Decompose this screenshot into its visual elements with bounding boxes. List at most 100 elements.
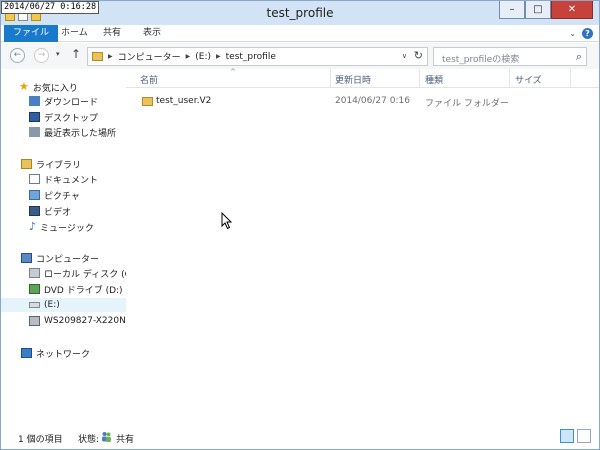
sidebar-network[interactable]: ネットワーク	[21, 346, 126, 360]
view-switcher	[560, 429, 591, 443]
tab-share[interactable]: 共有	[95, 25, 129, 42]
sidebar-computer[interactable]: コンピューター	[21, 251, 126, 265]
column-modified[interactable]: 更新日時	[335, 73, 371, 86]
sidebar-item-desktop[interactable]: デスクトップ	[29, 110, 126, 124]
sidebar-item-documents[interactable]: ドキュメント	[29, 172, 126, 186]
breadcrumb-drive-e[interactable]: (E:)	[195, 52, 211, 62]
sidebar-item-label: (E:)	[44, 300, 60, 310]
help-icon[interactable]: ?	[582, 28, 593, 39]
address-bar[interactable]: ▶ コンピューター ▶ (E:) ▶ test_profile ∨ ↻	[87, 47, 428, 66]
breadcrumb-separator-icon[interactable]: ▶	[216, 53, 221, 60]
column-type[interactable]: 種類	[425, 73, 443, 86]
breadcrumb-separator-icon[interactable]: ▶	[108, 53, 113, 60]
tab-home[interactable]: ホーム	[53, 25, 96, 42]
sidebar-item-label: ピクチャ	[44, 191, 80, 202]
column-name[interactable]: 名前	[140, 73, 158, 86]
search-input[interactable]: test_profileの検索 ⌕	[433, 47, 587, 66]
item-count: 1 個の項目	[18, 435, 63, 445]
vertical-scrollbar[interactable]	[585, 69, 599, 425]
status-state-label: 状態:	[78, 435, 100, 445]
breadcrumb-separator-icon[interactable]: ▶	[186, 53, 191, 60]
sidebar-item-label: ネットワーク	[36, 349, 91, 360]
tab-file[interactable]: ファイル	[4, 25, 59, 42]
title-bar: 2014/06/27 0:16:28 test_profile – □ ✕	[1, 1, 599, 25]
sidebar-item-label: デスクトップ	[44, 113, 99, 124]
document-icon	[29, 174, 40, 184]
sidebar-item-label: WS209827-X220N	[44, 316, 126, 326]
desktop-icon	[29, 112, 40, 122]
column-divider[interactable]	[330, 69, 331, 88]
address-dropdown-icon[interactable]: ∨	[402, 52, 407, 60]
sidebar-item-label: お気に入り	[32, 83, 78, 94]
tab-view[interactable]: 表示	[135, 25, 169, 42]
sidebar-item-drive-c[interactable]: ローカル ディスク (C:)	[29, 266, 126, 280]
sidebar-item-music[interactable]: ♪ ミュージック	[29, 220, 126, 234]
library-icon	[21, 159, 32, 169]
timestamp-overlay: 2014/06/27 0:16:28	[1, 1, 100, 14]
sidebar-item-pictures[interactable]: ピクチャ	[29, 188, 126, 202]
folder-icon	[92, 52, 103, 61]
close-button[interactable]: ✕	[551, 1, 593, 19]
column-size[interactable]: サイズ	[515, 73, 542, 86]
sidebar-item-network-drive[interactable]: WS209827-X220N	[29, 314, 126, 328]
sidebar-item-drive-e[interactable]: (E:)	[1, 298, 126, 312]
sidebar-item-label: ビデオ	[44, 207, 72, 218]
ribbon-tabs: ファイル ホーム 共有 表示 ⌄ ?	[1, 25, 599, 42]
column-header: ^ 名前 更新日時 種類 サイズ	[126, 68, 599, 88]
explorer-window: 2014/06/27 0:16:28 test_profile – □ ✕ ファ…	[0, 0, 600, 450]
sidebar-item-label: ドキュメント	[44, 175, 99, 186]
picture-icon	[29, 190, 40, 200]
refresh-icon[interactable]: ↻	[414, 49, 423, 62]
sidebar-item-label: ライブラリ	[36, 160, 82, 171]
dvd-drive-icon	[29, 284, 40, 294]
sidebar-item-recent-places[interactable]: 最近表示した場所	[29, 125, 126, 139]
sidebar-item-label: DVD ドライブ (D:) H	[44, 285, 126, 296]
maximize-button[interactable]: □	[525, 1, 551, 19]
sidebar-item-label: ダウンロード	[44, 97, 99, 108]
sidebar-favorites[interactable]: ★ お気に入り	[19, 80, 126, 94]
column-divider[interactable]	[509, 69, 510, 88]
recent-locations-dropdown[interactable]: ▾	[56, 50, 60, 58]
mouse-pointer-icon	[221, 212, 233, 230]
search-icon[interactable]: ⌕	[576, 50, 582, 64]
music-note-icon: ♪	[29, 220, 37, 233]
sidebar-item-label: コンピューター	[36, 254, 100, 265]
chevron-down-icon[interactable]: ⌄	[569, 29, 576, 38]
column-divider[interactable]	[419, 69, 420, 88]
shared-users-icon	[102, 432, 111, 442]
removable-drive-icon	[29, 302, 40, 308]
file-list: ^ 名前 更新日時 種類 サイズ test_user.V2 2014/06/27…	[126, 68, 599, 425]
computer-icon	[21, 253, 32, 263]
sidebar-item-label: ミュージック	[40, 223, 94, 234]
search-placeholder: test_profileの検索	[442, 55, 520, 65]
sidebar-item-drive-d[interactable]: DVD ドライブ (D:) H	[29, 282, 126, 296]
video-icon	[29, 206, 40, 216]
sidebar-item-downloads[interactable]: ダウンロード	[29, 94, 126, 108]
column-divider[interactable]	[570, 69, 571, 88]
star-icon: ★	[19, 80, 29, 93]
hard-drive-icon	[29, 268, 40, 278]
window-controls: – □ ✕	[499, 1, 593, 19]
table-row[interactable]: test_user.V2 2014/06/27 0:16 ファイル フォルダー	[136, 94, 536, 110]
file-name[interactable]: test_user.V2	[156, 96, 211, 106]
breadcrumb-test-profile[interactable]: test_profile	[226, 52, 276, 62]
forward-button[interactable]: →	[34, 48, 49, 63]
up-button[interactable]: ↑	[71, 47, 81, 61]
sidebar-item-label: 最近表示した場所	[44, 128, 117, 139]
recent-places-icon	[29, 127, 40, 137]
minimize-button[interactable]: –	[499, 1, 525, 19]
details-view-button[interactable]	[560, 429, 574, 443]
sidebar-item-videos[interactable]: ビデオ	[29, 204, 126, 218]
file-type: ファイル フォルダー	[425, 99, 509, 109]
status-state-value: 共有	[116, 435, 135, 445]
navigation-pane: ★ お気に入り ダウンロード デスクトップ 最近表示した場所 ライブラリ ドキュ…	[1, 69, 126, 425]
sidebar-libraries[interactable]: ライブラリ	[21, 157, 126, 171]
folder-icon	[142, 97, 153, 106]
sidebar-item-label: ローカル ディスク (C:)	[44, 269, 126, 280]
breadcrumb-computer[interactable]: コンピューター	[118, 50, 181, 63]
network-icon	[21, 348, 32, 358]
download-folder-icon	[29, 96, 40, 106]
back-button[interactable]: ←	[10, 48, 25, 63]
large-icons-view-button[interactable]	[577, 429, 591, 443]
navigation-bar: ← → ▾ ↑ ▶ コンピューター ▶ (E:) ▶ test_profile …	[1, 43, 599, 69]
